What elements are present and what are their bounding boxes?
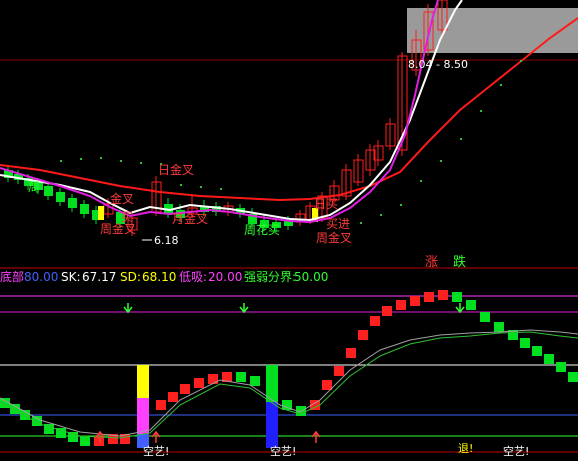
chart-stage: 日金叉 金叉 买 周金叉 月金叉 周花买 日买 买进 周金叉 周 8.04 - … (0, 0, 578, 458)
indicator-block (334, 366, 344, 376)
candle (80, 204, 89, 214)
strength-value: 50.00 (294, 270, 328, 284)
price-zone-label: 8.04 - 8.50 (408, 58, 468, 71)
indicator-line-sk (0, 331, 578, 439)
indicator-block (194, 378, 204, 388)
bottom-label-left: 空艺! (143, 444, 169, 458)
rise-button[interactable]: 涨 (425, 255, 438, 270)
bottom-label-right-1: 退! (458, 442, 473, 455)
trend-dot (380, 214, 382, 216)
indicator-block (494, 322, 504, 332)
annot-day-buy: 日买 (314, 197, 338, 211)
trend-dot (100, 157, 102, 159)
annot-week-flower-buy: 周花买 (244, 222, 280, 237)
sk-label: SK: (61, 270, 81, 284)
magenta-ma-line (0, 0, 439, 224)
indicator-candles (0, 290, 578, 446)
indicator-name: 底部 (0, 269, 24, 284)
white-ma-line (0, 0, 463, 222)
candle (56, 192, 65, 202)
sd-label: SD: (120, 270, 141, 284)
trend-dot (200, 186, 202, 188)
trend-dot (220, 188, 222, 190)
trend-dot (460, 138, 462, 140)
indicator-block (358, 330, 368, 340)
indicator-block (168, 392, 178, 402)
candle (44, 186, 53, 196)
signal-bar-blue-2 (266, 402, 278, 448)
indicator-block (80, 436, 90, 446)
trend-dot (400, 204, 402, 206)
strength-label: 强弱分界: (244, 270, 296, 284)
fall-button[interactable]: 跌 (453, 254, 466, 270)
indicator-block (452, 292, 462, 302)
indicator-block (370, 316, 380, 326)
sd-value: 68.10 (142, 270, 176, 284)
trend-dot (140, 162, 142, 164)
indicator-block (156, 400, 166, 410)
indicator-block (382, 306, 392, 316)
annot-week-golden-cross-left: 周金叉 (100, 221, 136, 236)
trend-dot (60, 160, 62, 162)
indicator-block (424, 292, 434, 302)
candle (68, 198, 77, 208)
trend-dot (180, 184, 182, 186)
low-price-label: 6.18 (154, 234, 179, 247)
annot-week-golden-cross-right: 周金叉 (316, 230, 352, 245)
indicator-block (520, 338, 530, 348)
down-arrow-icon (455, 303, 465, 314)
down-arrow-icon (239, 303, 249, 314)
indicator-block (208, 374, 218, 384)
marker-bar (98, 206, 104, 220)
indicator-lines (0, 329, 578, 439)
annot-month-golden-cross: 月金叉 (172, 211, 208, 226)
main-candles (4, 0, 448, 236)
trend-dot (500, 84, 502, 86)
indicator-line-sd (0, 329, 578, 437)
indicator-block (438, 290, 448, 300)
indicator-block (180, 384, 190, 394)
indicator-block (410, 296, 420, 306)
indicator-header: 底部 80.00 SK: 67.17 SD: 68.10 低吸: 20.00 强… (0, 269, 328, 284)
sk-value: 67.17 (82, 270, 116, 284)
low-absorb-label: 低吸: (179, 270, 207, 284)
up-arrow-icon (151, 430, 161, 443)
indicator-block (480, 312, 490, 322)
bottom-label-mid: 空艺! (270, 444, 296, 458)
indicator-block (556, 362, 566, 372)
trend-dot (520, 60, 522, 62)
indicator-block (250, 376, 260, 386)
up-arrow-icon (311, 430, 321, 443)
trend-dot (420, 180, 422, 182)
indicator-block (568, 372, 578, 382)
trend-dot (360, 222, 362, 224)
indicator-name-value: 80.00 (24, 270, 58, 284)
trend-dot (440, 160, 442, 162)
annot-day-golden-cross: 日金叉 (158, 162, 194, 177)
signal-bar-yellow (137, 365, 149, 398)
down-arrow-icon (123, 303, 133, 314)
indicator-block (236, 372, 246, 382)
indicator-block (322, 380, 332, 390)
annot-week-label-left: 周 (28, 180, 40, 194)
indicator-block (396, 300, 406, 310)
low-absorb-value: 20.00 (208, 270, 242, 284)
trend-dot (120, 160, 122, 162)
annot-cross-left: 金叉 (110, 191, 134, 206)
annot-buy-in: 买进 (326, 217, 350, 231)
indicator-block (346, 348, 356, 358)
indicator-block (532, 346, 542, 356)
trend-dot (80, 158, 82, 160)
trend-dot (480, 110, 482, 112)
indicator-block (466, 300, 476, 310)
signal-bar-magenta (137, 398, 149, 434)
bottom-label-right-2: 空艺! (503, 444, 529, 458)
indicator-block (544, 354, 554, 364)
